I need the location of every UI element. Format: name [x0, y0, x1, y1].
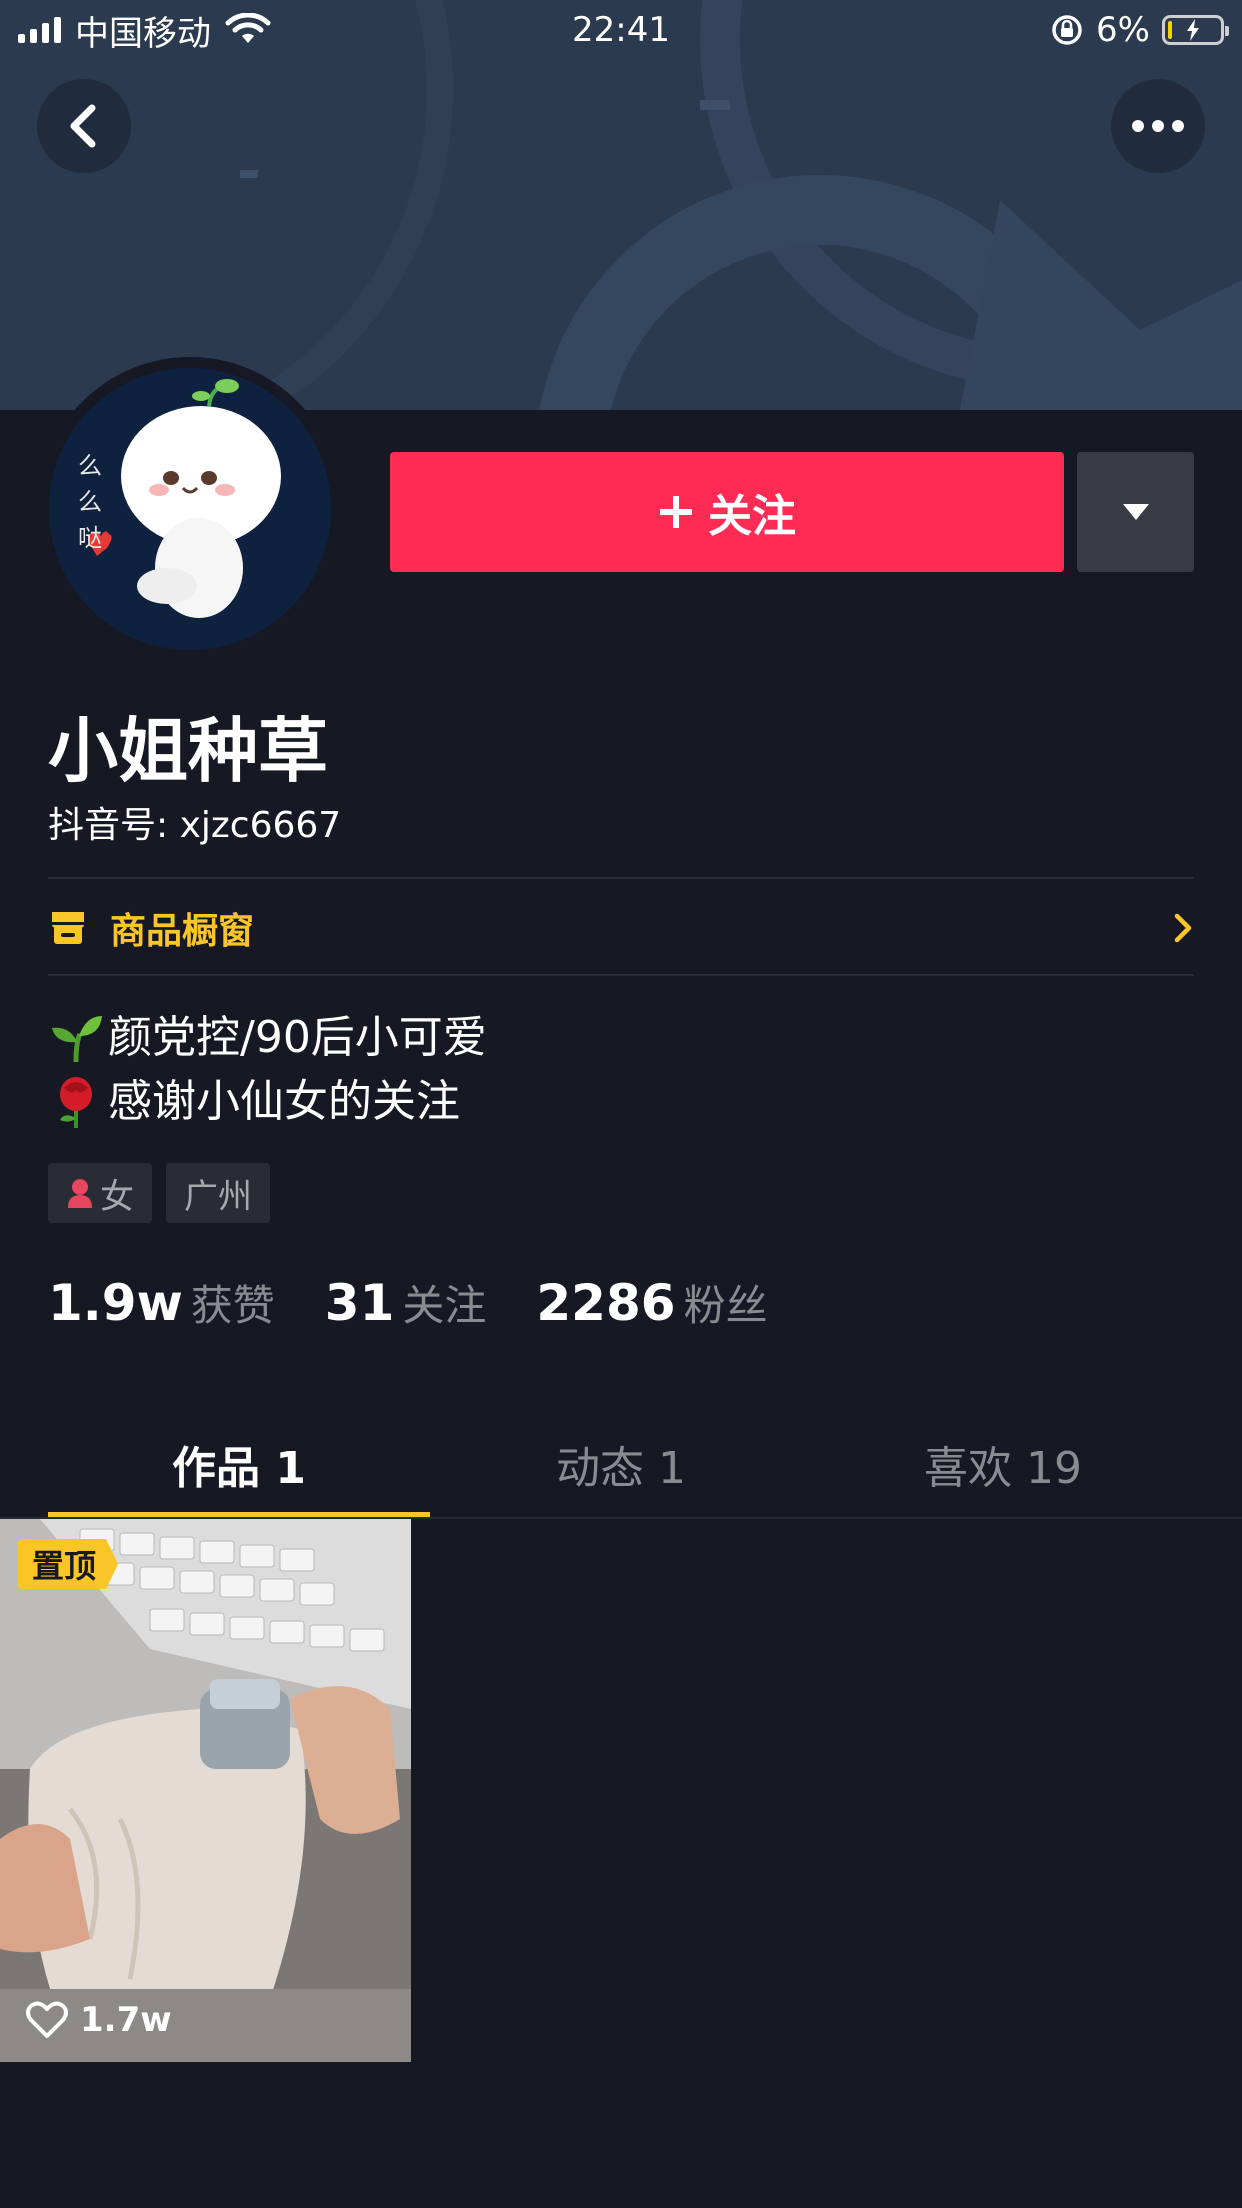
tab-likes[interactable]: 喜欢 19: [812, 1410, 1194, 1518]
nickname: 小姐种草: [48, 710, 328, 792]
chevron-left-icon: [70, 104, 96, 148]
shop-window-left: 商品橱窗: [48, 902, 254, 954]
stat-value: 31: [324, 1274, 395, 1332]
carrier-name: 中国移动: [75, 13, 211, 54]
battery-level: [1168, 21, 1172, 39]
profile-tags: 女 广州: [48, 1163, 270, 1223]
recommend-dropdown-button[interactable]: [1077, 452, 1194, 572]
bio-text-line1: 颜党控/90后小可爱: [108, 1012, 487, 1063]
seedling-emoji: [48, 1010, 104, 1066]
shop-icon: [52, 912, 84, 944]
stat-value: 2286: [536, 1274, 676, 1332]
battery-percent: 6%: [1096, 10, 1150, 50]
stat-label: 粉丝: [683, 1281, 768, 1330]
female-user-icon: [68, 1179, 92, 1208]
stat-followers[interactable]: 2286 粉丝: [536, 1272, 767, 1333]
pinned-badge: 置顶: [18, 1539, 119, 1589]
charging-bolt-icon: [1187, 19, 1199, 41]
chevron-right-icon: [1174, 913, 1192, 943]
more-button[interactable]: [1111, 79, 1205, 173]
caret-down-icon: [1122, 504, 1149, 520]
gender-tag: 女: [48, 1163, 152, 1223]
stat-value: 1.9w: [48, 1274, 183, 1332]
status-bar: 中国移动 22:41 6%: [0, 0, 1242, 60]
rotation-lock-icon: [1052, 15, 1082, 45]
video-cover-image: [0, 1519, 411, 2062]
stat-likes[interactable]: 1.9w 获赞: [48, 1272, 275, 1333]
divider: [48, 877, 1194, 879]
bio-line: 感谢小仙女的关注: [48, 1070, 487, 1134]
banner-pattern: [0, 0, 1242, 410]
avatar-ring: 么么哒: [38, 357, 342, 661]
douyin-id: 抖音号: xjzc6667: [48, 805, 342, 846]
stat-following[interactable]: 31 关注: [325, 1272, 487, 1333]
video-thumbnail[interactable]: 置顶 1.7w: [0, 1519, 411, 2062]
tab-works[interactable]: 作品 1: [48, 1410, 430, 1518]
bio-line: 颜党控/90后小可爱: [48, 1006, 487, 1070]
stat-label: 获赞: [190, 1281, 275, 1330]
profile-page: 中国移动 22:41 6% 么么哒 关注 小姐种草 抖音号: xjzc6667 …: [0, 0, 1242, 2208]
back-button[interactable]: [37, 79, 131, 173]
location-label: 广州: [184, 1176, 252, 1217]
shop-window-row[interactable]: 商品橱窗: [48, 880, 1194, 976]
bio-text-line2: 感谢小仙女的关注: [108, 1076, 460, 1127]
gender-label: 女: [100, 1176, 134, 1217]
signal-icon: [18, 17, 61, 43]
bio: 颜党控/90后小可爱 感谢小仙女的关注: [48, 1006, 487, 1134]
location-tag: 广州: [166, 1163, 270, 1223]
plus-icon: [660, 496, 692, 528]
avatar[interactable]: 么么哒: [49, 368, 331, 650]
follow-label: 关注: [708, 491, 796, 542]
divider: [48, 974, 1194, 976]
heart-outline-icon: [26, 2001, 68, 2038]
more-dots-icon: [1132, 120, 1184, 132]
header-banner: [0, 0, 1242, 410]
avatar-text: 么么哒: [78, 452, 102, 552]
video-like-count: 1.7w: [26, 2000, 172, 2040]
content-tabs: 作品 1 动态 1 喜欢 19: [48, 1410, 1194, 1518]
profile-stats: 1.9w 获赞 31 关注 2286 粉丝: [48, 1272, 768, 1333]
battery-charging-icon: [1162, 15, 1229, 45]
status-left: 中国移动: [18, 6, 271, 55]
like-count-text: 1.7w: [80, 2000, 172, 2040]
tab-activity[interactable]: 动态 1: [430, 1410, 812, 1518]
shop-label: 商品橱窗: [110, 911, 255, 952]
rose-emoji: [48, 1074, 104, 1130]
wifi-icon: [225, 13, 271, 43]
status-right: 6%: [1050, 10, 1229, 50]
follow-button[interactable]: 关注: [390, 452, 1064, 572]
stat-label: 关注: [402, 1281, 487, 1330]
